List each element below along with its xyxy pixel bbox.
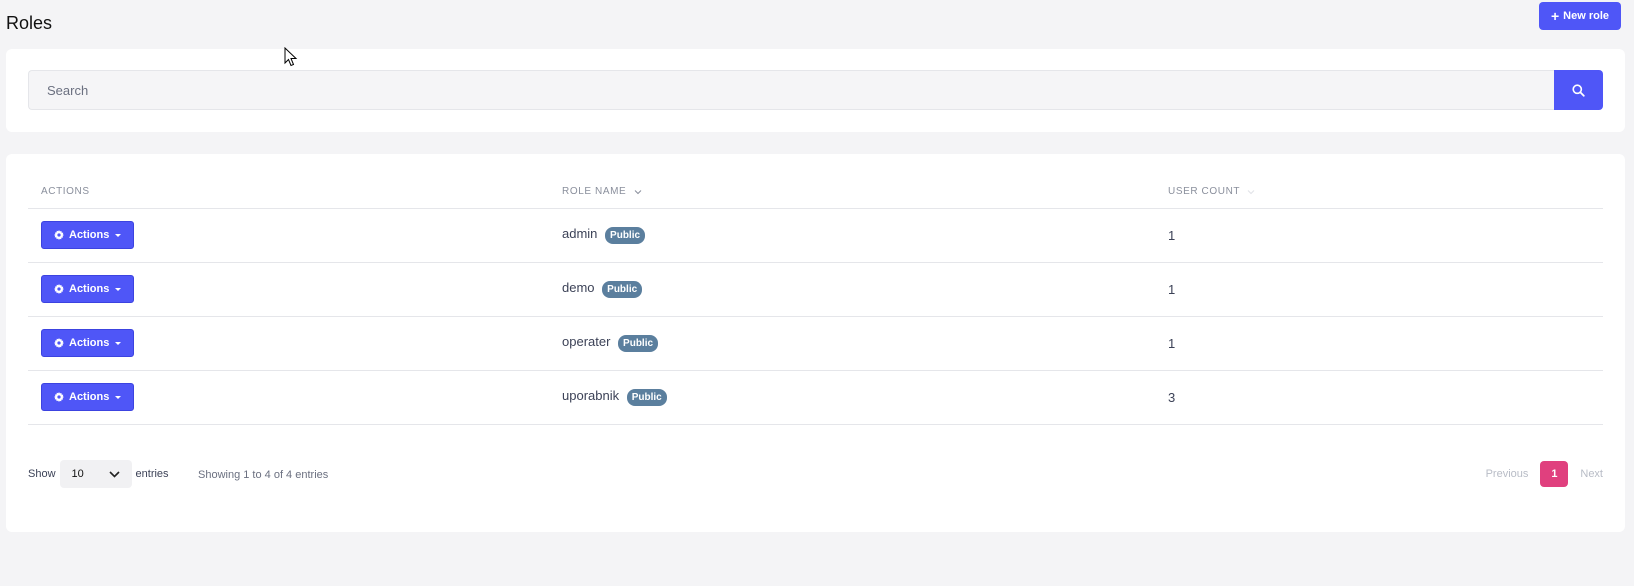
table-row: Actions operater Public 1 xyxy=(28,316,1603,371)
table-info: Showing 1 to 4 of 4 entries xyxy=(198,469,329,481)
caret-down-icon xyxy=(115,233,122,237)
actions-label: Actions xyxy=(69,391,110,403)
search-bar xyxy=(28,70,1603,110)
role-name: operater xyxy=(562,334,611,350)
user-count-cell: 1 xyxy=(1155,262,1603,317)
role-name: admin xyxy=(562,226,598,242)
column-header-user-count[interactable]: USER COUNT xyxy=(1155,176,1603,209)
plus-icon: + xyxy=(1550,8,1560,24)
role-name: uporabnik xyxy=(562,388,620,404)
gear-icon xyxy=(54,230,64,240)
column-header-role-name[interactable]: ROLE NAME xyxy=(549,176,1155,209)
gear-icon xyxy=(54,392,64,402)
gear-icon xyxy=(54,338,64,348)
chevron-down-icon xyxy=(108,470,120,478)
actions-dropdown-button[interactable]: Actions xyxy=(41,383,135,411)
gear-icon xyxy=(54,284,64,294)
table-row: Actions uporabnik Public 3 xyxy=(28,370,1603,425)
role-name: demo xyxy=(562,280,595,296)
actions-cell: Actions xyxy=(28,316,549,371)
caret-down-icon xyxy=(115,287,122,291)
table-row: Actions admin Public 1 xyxy=(28,208,1603,263)
new-role-label: New role xyxy=(1563,10,1609,22)
show-label: Show xyxy=(28,468,56,480)
roles-table: ACTIONS ROLE NAME USER COUNT Actions adm… xyxy=(28,176,1603,425)
actions-label: Actions xyxy=(69,283,110,295)
visibility-badge: Public xyxy=(618,334,659,352)
previous-page-button[interactable]: Previous xyxy=(1486,468,1529,480)
actions-dropdown-button[interactable]: Actions xyxy=(41,221,135,249)
pagination: Previous 1 Next xyxy=(1486,461,1603,487)
column-header-actions: ACTIONS xyxy=(28,176,549,209)
role-name-cell: demo Public xyxy=(549,262,1155,317)
search-card xyxy=(6,49,1625,132)
mouse-cursor-icon xyxy=(284,47,298,67)
chevron-down-icon xyxy=(1247,189,1255,194)
page-length-control: Show 10 entries xyxy=(28,460,169,488)
actions-cell: Actions xyxy=(28,370,549,425)
search-button[interactable] xyxy=(1554,70,1603,110)
actions-cell: Actions xyxy=(28,262,549,317)
column-header-label: ROLE NAME xyxy=(562,186,627,198)
actions-cell: Actions xyxy=(28,208,549,263)
roles-table-card: ACTIONS ROLE NAME USER COUNT Actions adm… xyxy=(6,154,1625,532)
column-header-label: USER COUNT xyxy=(1168,186,1240,198)
page-1-button[interactable]: 1 xyxy=(1540,461,1569,487)
user-count-cell: 1 xyxy=(1155,208,1603,263)
actions-label: Actions xyxy=(69,229,110,241)
actions-dropdown-button[interactable]: Actions xyxy=(41,275,135,303)
role-name-cell: admin Public xyxy=(549,208,1155,263)
entries-value: 10 xyxy=(71,468,84,480)
next-page-button[interactable]: Next xyxy=(1580,468,1603,480)
role-name-cell: operater Public xyxy=(549,316,1155,371)
table-header-row: ACTIONS ROLE NAME USER COUNT xyxy=(28,176,1603,209)
role-name-cell: uporabnik Public xyxy=(549,370,1155,425)
visibility-badge: Public xyxy=(605,226,646,244)
user-count-cell: 3 xyxy=(1155,370,1603,425)
visibility-badge: Public xyxy=(626,388,667,406)
caret-down-icon xyxy=(115,395,122,399)
page-title: Roles xyxy=(6,13,53,33)
column-header-label: ACTIONS xyxy=(41,186,90,198)
actions-label: Actions xyxy=(69,337,110,349)
search-input[interactable] xyxy=(28,70,1554,110)
entries-select[interactable]: 10 xyxy=(59,460,132,488)
chevron-down-icon xyxy=(634,189,642,194)
search-icon xyxy=(1572,83,1585,97)
visibility-badge: Public xyxy=(602,280,643,298)
new-role-button[interactable]: + New role xyxy=(1538,2,1621,30)
entries-label: entries xyxy=(135,468,169,480)
actions-dropdown-button[interactable]: Actions xyxy=(41,329,135,357)
table-row: Actions demo Public 1 xyxy=(28,262,1603,317)
user-count-cell: 1 xyxy=(1155,316,1603,371)
caret-down-icon xyxy=(115,341,122,345)
